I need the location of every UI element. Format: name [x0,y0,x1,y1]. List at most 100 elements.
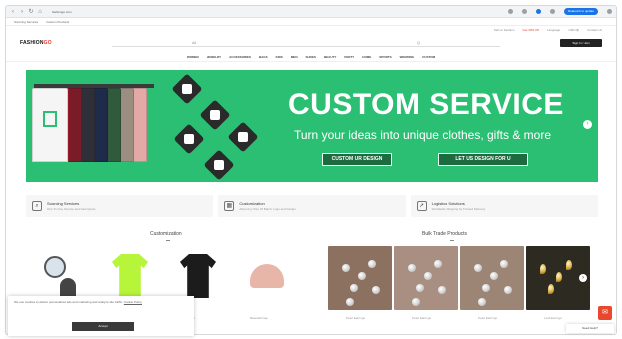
nav-beauty[interactable]: BEAUTY [324,55,336,59]
extensions-icon[interactable] [522,9,527,14]
nav-accessories[interactable]: ACCESSORIES [229,55,251,59]
bulk-product-label[interactable]: Pearl Earrings [412,316,431,320]
design-icon [44,256,66,278]
menu-icon[interactable] [607,9,612,14]
carousel-next-icon[interactable]: › [583,120,592,129]
custom-design-button[interactable]: CUSTOM UR DESIGN [322,153,392,166]
category-nav: WOMEN JEWELRY ACCESSORIES BAGS KIDS MEN … [6,52,616,62]
bookmarks-bar: Sourcing Services Custom Products [6,18,616,26]
design-for-you-button[interactable]: LET US DESIGN FOR U [438,153,528,166]
hero-banner[interactable]: CUSTOM SERVICE Turn your ideas into uniq… [26,70,598,182]
leaf-earring-icon [548,284,554,294]
topstrip-language[interactable]: Language [547,28,560,32]
nav-wedding[interactable]: WEDDING [400,55,415,59]
forward-icon[interactable]: › [19,9,25,15]
feature-logistics[interactable]: ➚ Logistics Solutions Worldwide Shipping … [410,195,598,217]
profile-icon[interactable] [536,9,541,14]
sock-bubble-icon [199,99,231,131]
signin-button[interactable]: Sign In / Join [560,39,602,47]
banner-title: CUSTOM SERVICE [288,88,564,121]
browser-toolbar: ‹ › ↻ ⌂ fashiongo.com Relaunch to update [6,6,616,18]
help-button[interactable]: Need Help? [566,324,614,333]
custom-product-label[interactable]: Baseball Cap [250,316,268,320]
pearl-icon [346,298,354,306]
shirt-print-icon [43,111,57,127]
cookie-accept-button[interactable]: Accept [72,322,134,331]
cookie-banner: We use cookies to deliver personalized a… [8,296,194,336]
pearl-icon [408,264,416,272]
custom-product-card[interactable] [40,252,84,302]
pearl-icon [474,264,482,272]
title-divider [166,240,170,241]
truck-icon: ➚ [416,201,427,211]
cookie-policy-link[interactable]: Cookie Policy [124,300,142,304]
pearl-icon [478,298,486,306]
nav-bags[interactable]: BAGS [259,55,268,59]
relaunch-button[interactable]: Relaunch to update [564,8,598,15]
feature-strip: ⌕ Sourcing Services One To One Service an… [26,195,598,217]
bookmark-sourcing[interactable]: Sourcing Services [14,20,38,24]
bulk-product-label[interactable]: Pearl Earrings [346,316,365,320]
shirt-bubble-icon [171,73,203,105]
topstrip-contact[interactable]: Contact Us [587,28,602,32]
pearl-icon [412,298,420,306]
nav-shoes[interactable]: SHOES [305,55,316,59]
chat-icon[interactable]: ✉ [598,306,612,320]
pearl-icon [368,260,376,268]
bulk-product-card[interactable] [328,246,392,310]
carousel-next-icon[interactable]: › [579,274,587,282]
feature-sourcing[interactable]: ⌕ Sourcing Services One To One Service an… [26,195,214,217]
search-input[interactable]: All Q [111,40,500,47]
custom-product-card[interactable] [244,252,288,302]
bulk-product-label[interactable]: Pearl Earrings [478,316,497,320]
search-scope[interactable]: All [192,40,196,45]
pearl-icon [434,260,442,268]
cookie-text: We use cookies to deliver personalized a… [14,300,123,304]
nav-home[interactable]: HOME [362,55,371,59]
top-strip: Sell on Fashion Get 40% Off Language USD… [6,26,616,34]
bookmark-star-icon[interactable] [508,9,513,14]
leaf-earring-icon [556,272,562,282]
home-icon[interactable]: ⌂ [37,9,43,15]
pearl-icon [482,284,490,292]
nav-kids[interactable]: KIDS [276,55,283,59]
topstrip-currency[interactable]: USD ($) [568,28,579,32]
bulk-product-card[interactable]: › [526,246,590,310]
leaf-earring-icon [566,260,572,270]
mug-bubble-icon [173,123,205,155]
download-icon[interactable] [550,9,555,14]
feature-customization[interactable]: ▦ Customization Allow Any Size Of Batch, … [218,195,406,217]
person-icon [60,278,76,298]
nav-custom[interactable]: CUSTOM [422,55,435,59]
search-icon[interactable]: Q [417,40,420,45]
nav-women[interactable]: WOMEN [187,55,199,59]
palette-icon: ▦ [224,201,235,211]
address-bar[interactable]: fashiongo.com [52,9,92,15]
nav-party[interactable]: PARTY [344,55,354,59]
custom-product-card[interactable] [108,252,152,302]
topstrip-sell[interactable]: Sell on Fashion [494,28,515,32]
pearl-icon [424,272,432,280]
nav-jewelry[interactable]: JEWELRY [207,55,221,59]
search-doc-icon: ⌕ [32,201,42,211]
bookmark-custom[interactable]: Custom Products [46,20,69,24]
custom-product-card[interactable] [176,252,220,302]
nav-sports[interactable]: SPORTS [379,55,391,59]
bulk-product-label[interactable]: Leaf Earrings [544,316,562,320]
polo-shirt-icon [180,254,216,298]
cap-icon [250,264,284,288]
pearl-icon [500,260,508,268]
pearl-icon [342,264,350,272]
back-icon[interactable]: ‹ [10,9,16,15]
hanging-shirt [32,88,68,162]
bulk-product-card[interactable] [394,246,458,310]
topstrip-promo[interactable]: Get 40% Off [523,28,539,32]
site-logo[interactable]: FASHIONGO [20,40,52,46]
banner-subtitle: Turn your ideas into unique clothes, gif… [294,128,552,142]
reload-icon[interactable]: ↻ [28,9,34,15]
nav-men[interactable]: MEN [291,55,298,59]
bulk-product-card[interactable] [460,246,524,310]
pearl-icon [416,284,424,292]
pearl-icon [438,286,446,294]
polo-shirt-icon [112,254,148,298]
